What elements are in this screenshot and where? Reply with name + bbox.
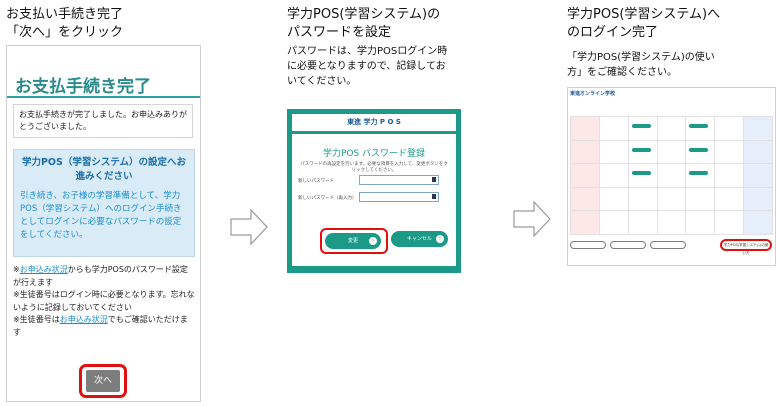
- calendar-cell: [627, 210, 658, 235]
- arrow-right-icon: [513, 200, 551, 238]
- calendar-cell: [598, 139, 629, 165]
- confirm-password-input[interactable]: [359, 192, 439, 202]
- submit-highlight: 変更 ›: [320, 228, 388, 254]
- calendar-cell: [685, 139, 716, 165]
- title-divider: [7, 96, 200, 98]
- cancel-button[interactable]: キャンセル ›: [391, 231, 448, 247]
- calendar-cell: [598, 163, 629, 188]
- submit-button[interactable]: 変更 ›: [325, 233, 381, 249]
- calendar-cell: [656, 163, 687, 188]
- calendar-cell: [656, 139, 687, 165]
- calendar-cell: [570, 210, 600, 235]
- toolbar-button[interactable]: [650, 241, 686, 249]
- toolbar-button[interactable]: [570, 241, 606, 249]
- calendar-cell: [656, 186, 687, 212]
- calendar-cell: [598, 210, 629, 235]
- step1-phone-screen: お支払手続き完了 お支払手続きが完了しました。お申込みありがとうございました。 …: [6, 45, 201, 402]
- completion-message: お支払手続きが完了しました。お申込みありがとうございました。: [13, 104, 193, 138]
- calendar-cell: [627, 186, 658, 212]
- event-pill[interactable]: [689, 147, 709, 152]
- calendar-cell: [570, 139, 600, 165]
- chevron-right-icon: ›: [369, 237, 377, 245]
- step2-caption-title: 学力POS(学習システム)の パスワードを設定: [287, 7, 441, 40]
- school-name: 東進オンライン学校: [570, 91, 616, 97]
- application-status-link-2[interactable]: お申込み状況: [60, 315, 108, 324]
- new-password-label: 新しいパスワード: [298, 179, 334, 184]
- calendar-cell: [714, 210, 745, 235]
- note1-prefix: ※: [13, 265, 20, 274]
- step1-caption: お支払い手続き完了 「次へ」をクリック: [6, 7, 124, 40]
- eye-icon[interactable]: [432, 177, 436, 182]
- calendar-cell: [714, 116, 745, 141]
- password-registration-screen: 東進 学力 P O S 学力POS パスワード登録 パスワードの再設定を行います…: [287, 109, 461, 273]
- calendar-cell: [743, 186, 773, 212]
- calendar-cell: [743, 139, 773, 165]
- card-title: 学力POS パスワード登録: [322, 149, 426, 159]
- calendar-cell: [714, 139, 745, 165]
- calendar-cell: [714, 186, 745, 212]
- event-pill[interactable]: [631, 124, 651, 128]
- confirm-password-label: 新しいパスワード（再入力）: [298, 196, 357, 201]
- calendar-cell: [627, 116, 658, 141]
- step2-caption-body: パスワードは、学力POSログイン時 に必要となりますので、記録してお いてくださ…: [287, 46, 448, 87]
- calendar-cell: [743, 210, 773, 235]
- event-pill[interactable]: [631, 171, 651, 176]
- calendar-cell: [685, 210, 716, 235]
- info-title: 学力POS（学習システム）の設定へお進みください: [21, 157, 187, 182]
- note2-text: ※生徒番号はログイン時に必要となります。忘れないように記録しておいてください: [13, 290, 195, 312]
- calendar-cell: [627, 139, 658, 165]
- calendar-cell: [685, 116, 716, 141]
- cancel-label: キャンセル: [406, 236, 432, 242]
- calendar-cell: [570, 163, 600, 188]
- info-body: 引き続き、お子様の学習準備として、学力POS（学習システム）へのログイン手続きと…: [20, 191, 182, 240]
- schedule-calendar: [570, 116, 773, 235]
- submit-label: 変更: [347, 238, 358, 244]
- next-button-highlight: 次へ: [79, 364, 127, 398]
- step3-caption-body: 「学力POS(学習システム)の使い 方」をご確認ください。: [567, 52, 715, 78]
- calendar-cell: [714, 163, 745, 188]
- toolbar-button[interactable]: [610, 241, 646, 249]
- calendar-cell: [570, 116, 600, 141]
- event-pill[interactable]: [689, 124, 709, 128]
- step3-caption-title: 学力POS(学習システム)へ のログイン完了: [567, 7, 721, 40]
- calendar-cell: [627, 163, 658, 188]
- next-button[interactable]: 次へ: [86, 370, 120, 392]
- dashboard-screen: 東進オンライン学校 学力POS(学習システム)の使い方: [567, 87, 776, 266]
- calendar-cell: [656, 116, 687, 141]
- calendar-cell: [743, 116, 773, 141]
- notes: ※お申込み状況からも学力POSのパスワード設定が行えます ※生徒番号はログイン時…: [13, 264, 195, 339]
- event-pill[interactable]: [689, 171, 709, 176]
- eye-icon[interactable]: [432, 194, 436, 199]
- calendar-cell: [570, 186, 600, 212]
- calendar-cell: [598, 186, 629, 212]
- application-status-link[interactable]: お申込み状況: [20, 265, 68, 274]
- calendar-cell: [685, 163, 716, 188]
- payment-complete-title: お支払手続き完了: [15, 77, 151, 97]
- calendar-cell: [656, 210, 687, 235]
- brand-header: 東進 学力 P O S: [292, 114, 456, 131]
- note3-pre: ※生徒番号は: [13, 315, 60, 324]
- chevron-right-icon: ›: [436, 235, 444, 243]
- card-description: パスワードの再設定を行います。必要な項目を入力して、変更ボタンをクリックしてくだ…: [300, 162, 448, 173]
- arrow-right-icon: [230, 208, 268, 246]
- calendar-cell: [743, 163, 773, 188]
- calendar-cell: [598, 116, 629, 141]
- info-panel: 学力POS（学習システム）の設定へお進みください 引き続き、お子様の学習準備とし…: [13, 149, 195, 257]
- new-password-input[interactable]: [359, 175, 439, 185]
- howto-link[interactable]: 学力POS(学習システム)の使い方: [720, 239, 772, 255]
- calendar-cell: [685, 186, 716, 212]
- event-pill[interactable]: [631, 147, 651, 152]
